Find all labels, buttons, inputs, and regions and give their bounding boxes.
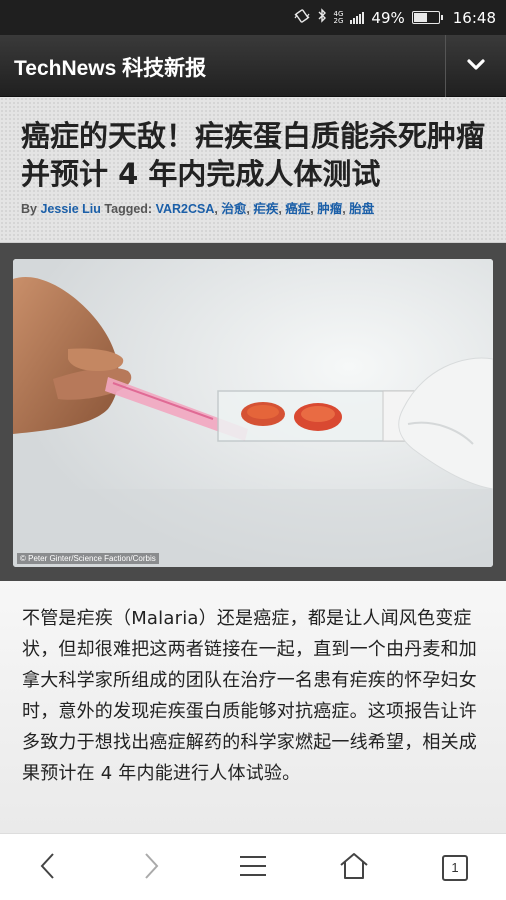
- article-body: 不管是疟疾（Malaria）还是癌症，都是让人闻风色变症状，但却很难把这两者链接…: [0, 581, 506, 833]
- tagged-label: Tagged:: [104, 202, 153, 216]
- battery-percent: 49%: [371, 8, 405, 27]
- article-paragraph: 不管是疟疾（Malaria）还是癌症，都是让人闻风色变症状，但却很难把这两者链接…: [22, 608, 477, 784]
- clock: 16:48: [452, 8, 496, 27]
- tag-link[interactable]: VAR2CSA: [156, 202, 215, 216]
- back-icon: [38, 851, 58, 885]
- tag-link[interactable]: 胎盘: [349, 202, 374, 216]
- tag-link[interactable]: 癌症: [285, 202, 310, 216]
- menu-button[interactable]: [213, 834, 293, 900]
- forward-icon: [141, 851, 161, 885]
- status-bar: 4G 2G 49% 16:48: [0, 0, 506, 35]
- browser-nav-bar: 1: [0, 833, 506, 900]
- battery-fill: [413, 13, 427, 22]
- chevron-down-icon: [466, 57, 486, 76]
- tabs-button[interactable]: 1: [415, 834, 495, 900]
- byline: By Jessie Liu Tagged: VAR2CSA, 治愈, 疟疾, 癌…: [21, 202, 375, 216]
- menu-toggle-button[interactable]: [446, 35, 506, 97]
- bluetooth-icon: [317, 8, 327, 27]
- article-image[interactable]: © Peter Ginter/Science Faction/Corbis: [13, 259, 493, 567]
- image-credit: © Peter Ginter/Science Faction/Corbis: [17, 553, 159, 564]
- menu-icon: [239, 855, 267, 881]
- article-image-container: © Peter Ginter/Science Faction/Corbis: [0, 243, 506, 581]
- forward-button[interactable]: [111, 834, 191, 900]
- byline-prefix: By: [21, 202, 37, 216]
- home-button[interactable]: [314, 834, 394, 900]
- status-icons: 4G 2G 49% 16:48: [294, 0, 496, 35]
- article-header: 癌症的天敌！疟疾蛋白质能杀死肿瘤并预计 4 年内完成人体测试: [0, 97, 506, 243]
- app-header: TechNews 科技新报: [0, 35, 506, 97]
- home-icon: [339, 852, 369, 884]
- tag-link[interactable]: 疟疾: [253, 202, 278, 216]
- site-title[interactable]: TechNews 科技新报: [14, 52, 206, 82]
- tab-count: 1: [442, 854, 468, 881]
- author-link[interactable]: Jessie Liu: [40, 202, 100, 216]
- back-button[interactable]: [8, 834, 88, 900]
- network-type: 4G 2G: [333, 10, 344, 25]
- tag-link[interactable]: 肿瘤: [317, 202, 342, 216]
- tag-link[interactable]: 治愈: [221, 202, 246, 216]
- vibrate-icon: [294, 8, 310, 27]
- signal-icon: [350, 11, 365, 24]
- battery-icon: [411, 11, 443, 24]
- article-title: 癌症的天敌！疟疾蛋白质能杀死肿瘤并预计 4 年内完成人体测试: [21, 119, 486, 191]
- network-bottom-label: 2G: [333, 16, 344, 25]
